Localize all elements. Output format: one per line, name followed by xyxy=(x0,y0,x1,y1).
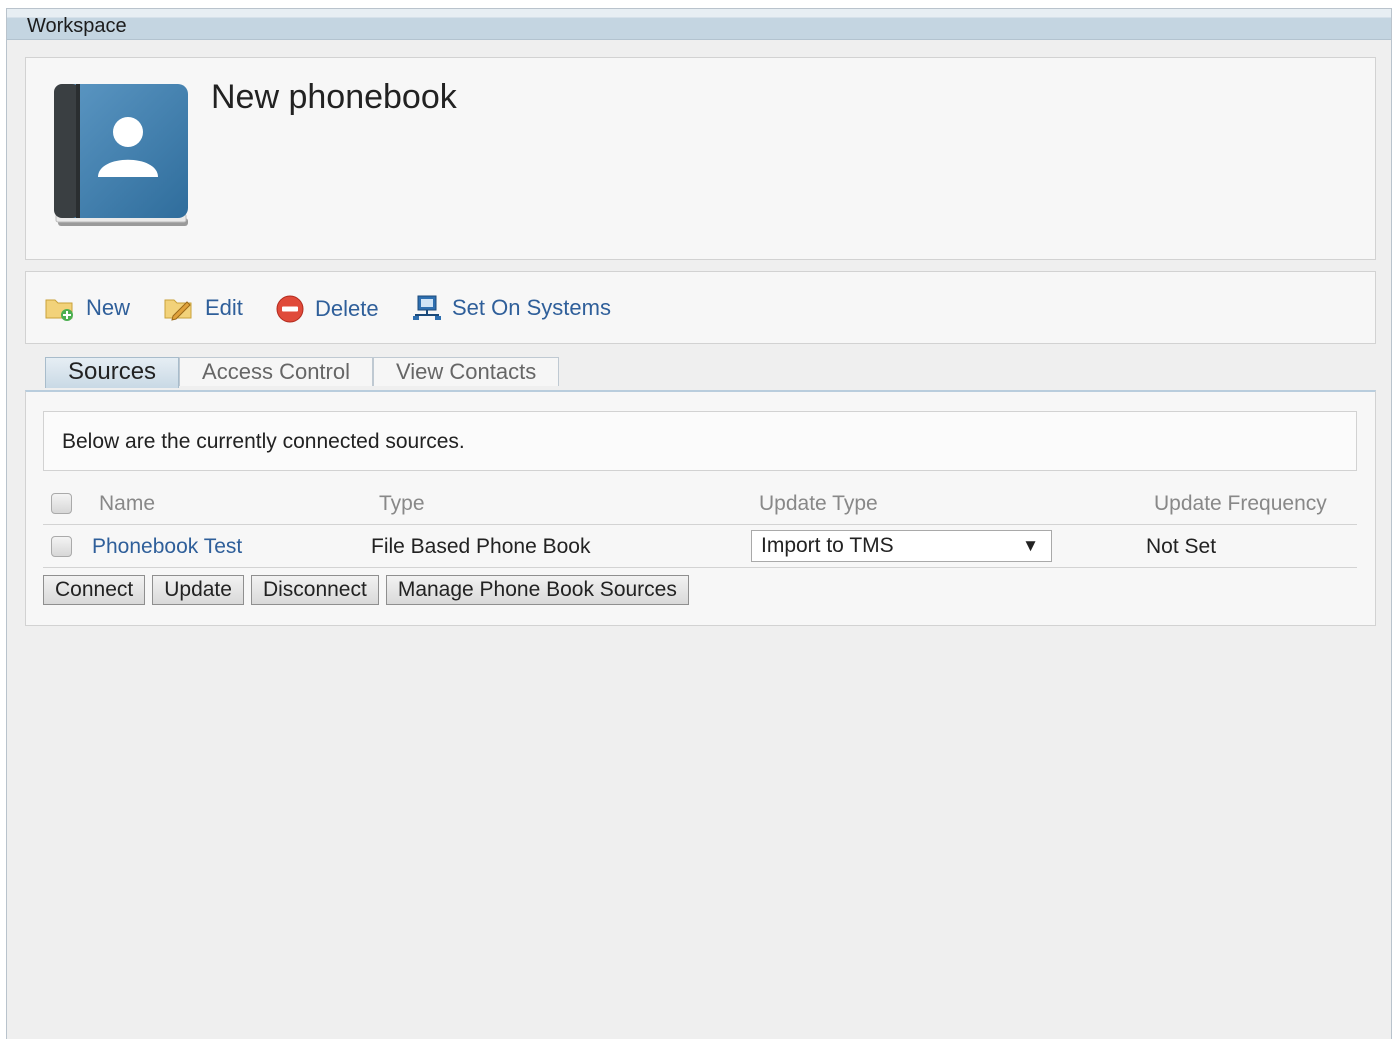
connect-button[interactable]: Connect xyxy=(43,575,146,605)
systems-icon xyxy=(413,295,441,320)
tab-view-contacts[interactable]: View Contacts xyxy=(373,357,560,386)
set-on-systems-label: Set On Systems xyxy=(452,295,611,320)
column-header-type[interactable]: Type xyxy=(379,482,425,525)
sources-action-buttons: Connect Update Disconnect Manage Phone B… xyxy=(43,575,696,605)
sources-table-header: Name Type Update Type Update Frequency xyxy=(43,482,1357,525)
update-button[interactable]: Update xyxy=(152,575,244,605)
row-checkbox[interactable] xyxy=(51,536,72,557)
update-type-select[interactable]: Import to TMS ▼ xyxy=(751,530,1052,562)
update-type-value: Import to TMS xyxy=(761,534,894,557)
dropdown-arrow-icon: ▼ xyxy=(1022,536,1039,555)
delete-label: Delete xyxy=(315,296,379,321)
column-header-update-frequency[interactable]: Update Frequency xyxy=(1154,482,1327,525)
source-type: File Based Phone Book xyxy=(371,535,591,558)
new-folder-icon xyxy=(45,299,73,321)
workspace-header: Workspace xyxy=(7,9,1391,40)
sources-info-text: Below are the currently connected source… xyxy=(43,411,1357,471)
source-name-link[interactable]: Phonebook Test xyxy=(92,525,242,568)
toolbar: New Edit Delete Set On Systems xyxy=(25,271,1376,344)
sources-panel: Below are the currently connected source… xyxy=(25,390,1376,626)
tab-sources[interactable]: Sources xyxy=(45,357,180,388)
edit-button[interactable]: Edit xyxy=(163,294,243,322)
manage-sources-button[interactable]: Manage Phone Book Sources xyxy=(385,575,689,605)
workspace-title: Workspace xyxy=(27,15,127,37)
set-on-systems-button[interactable]: Set On Systems xyxy=(412,294,611,322)
disconnect-button[interactable]: Disconnect xyxy=(250,575,379,605)
phonebook-icon xyxy=(54,84,188,226)
column-header-name[interactable]: Name xyxy=(99,482,155,525)
page-title: New phonebook xyxy=(211,78,457,116)
delete-button[interactable]: Delete xyxy=(275,294,379,324)
phonebook-header-panel: New phonebook xyxy=(25,57,1376,260)
edit-folder-icon xyxy=(164,299,192,321)
workspace-window: Workspace New phonebook New Edit Delete … xyxy=(6,8,1392,1039)
new-label: New xyxy=(86,295,131,320)
column-header-update-type[interactable]: Update Type xyxy=(759,482,878,525)
edit-label: Edit xyxy=(205,295,243,320)
tab-access-control[interactable]: Access Control xyxy=(179,357,373,386)
new-button[interactable]: New xyxy=(44,294,130,322)
tab-bar: Sources Access Control View Contacts xyxy=(45,357,560,389)
select-all-checkbox[interactable] xyxy=(51,493,72,514)
update-frequency-value: Not Set xyxy=(1146,535,1217,558)
delete-icon xyxy=(276,295,304,323)
table-row: Phonebook Test File Based Phone Book Imp… xyxy=(43,525,1357,568)
